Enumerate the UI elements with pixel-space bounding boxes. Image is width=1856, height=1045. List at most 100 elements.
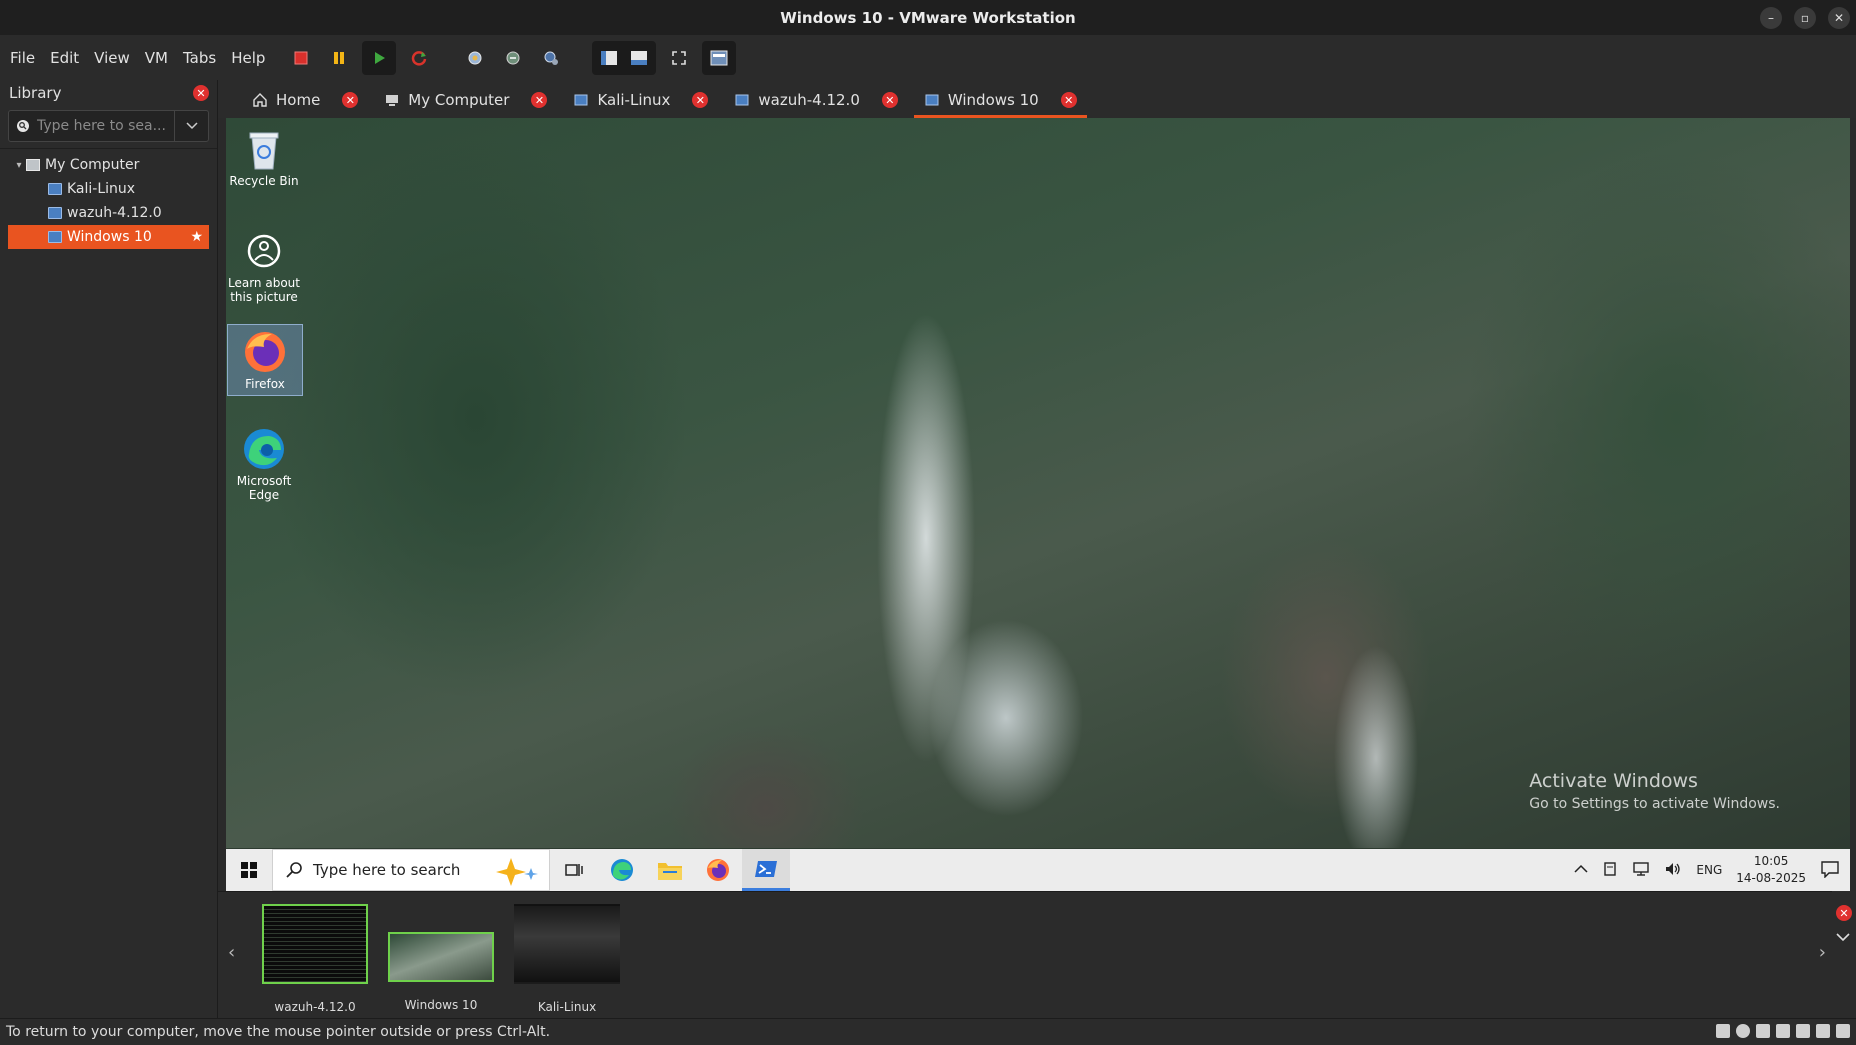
close-tab-icon[interactable]: ✕ (881, 92, 898, 108)
search-dropdown-icon[interactable] (174, 111, 208, 141)
thumbnail-wazuh[interactable]: wazuh-4.12.0 (260, 904, 370, 1014)
close-thumbnail-bar-icon[interactable]: ✕ (1836, 905, 1852, 921)
clock-date: 14-08-2025 (1736, 871, 1806, 885)
tab-wazuh[interactable]: wazuh-4.12.0 ✕ (724, 82, 907, 118)
network-adapter-icon[interactable] (1756, 1024, 1770, 1038)
chevron-down-icon[interactable] (1836, 927, 1850, 946)
camera-info-icon (241, 228, 287, 274)
suspend-button[interactable] (324, 43, 354, 73)
task-view-button[interactable] (550, 849, 598, 891)
tab-my-computer[interactable]: My Computer ✕ (374, 82, 557, 118)
library-search-input[interactable] (37, 111, 174, 141)
reset-button[interactable] (404, 43, 434, 73)
menu-help[interactable]: Help (231, 49, 265, 67)
task-view-icon (565, 864, 583, 876)
close-library-icon[interactable]: ✕ (193, 85, 209, 101)
full-screen-button[interactable] (664, 43, 694, 73)
firefox-icon (242, 329, 288, 375)
menu-tabs[interactable]: Tabs (183, 49, 216, 67)
tree-item-my-computer[interactable]: ▾ My Computer (0, 153, 217, 177)
close-icon[interactable]: ✕ (1828, 7, 1850, 29)
taskbar-firefox[interactable] (694, 849, 742, 891)
close-tab-icon[interactable]: ✕ (342, 92, 359, 108)
desktop-icon-microsoft-edge[interactable]: Microsoft Edge (226, 426, 302, 503)
tab-windows-10[interactable]: Windows 10 ✕ (913, 82, 1087, 118)
usb-icon[interactable] (1776, 1024, 1790, 1038)
menu-file[interactable]: File (10, 49, 35, 67)
message-log-icon[interactable] (1836, 1024, 1850, 1038)
desktop-icon-label: Microsoft Edge (236, 474, 292, 503)
start-button[interactable] (226, 849, 272, 891)
sound-card-icon[interactable] (1796, 1024, 1810, 1038)
chevron-left-icon[interactable]: ‹ (228, 942, 235, 963)
thumbnail-windows-10[interactable]: Windows 10 (386, 904, 496, 1012)
chevron-down-icon[interactable]: ▾ (12, 160, 26, 171)
language-indicator[interactable]: ENG (1696, 863, 1722, 877)
display-icon[interactable] (1816, 1024, 1830, 1038)
tree-label: My Computer (45, 157, 140, 173)
menu-edit[interactable]: Edit (50, 49, 79, 67)
tree-item-windows-10[interactable]: Windows 10 ★ (8, 225, 209, 249)
notification-icon[interactable] (1820, 860, 1840, 881)
tree-item-kali-linux[interactable]: Kali-Linux (0, 177, 217, 201)
tree-item-wazuh[interactable]: wazuh-4.12.0 (0, 201, 217, 225)
take-snapshot-button[interactable] (460, 43, 490, 73)
desktop-wallpaper[interactable] (226, 118, 1850, 848)
desktop-icon-label: Learn about this picture (228, 276, 300, 305)
refresh-icon (412, 50, 427, 66)
firefox-icon (707, 859, 729, 881)
thumbnail-label: Windows 10 (404, 998, 478, 1012)
snapshot-icon (468, 51, 482, 64)
chevron-up-icon[interactable] (1574, 863, 1588, 877)
show-library-button[interactable] (594, 43, 624, 73)
unity-button[interactable] (704, 43, 734, 73)
desktop-icon-recycle-bin[interactable]: Recycle Bin (226, 126, 302, 188)
minimize-icon[interactable]: – (1760, 7, 1782, 29)
close-tab-icon[interactable]: ✕ (1060, 92, 1077, 108)
revert-snapshot-button[interactable] (498, 43, 528, 73)
clock[interactable]: 10:05 14-08-2025 (1736, 853, 1806, 887)
menu-view[interactable]: View (94, 49, 130, 67)
close-tab-icon[interactable]: ✕ (531, 92, 548, 108)
taskbar-edge[interactable] (598, 849, 646, 891)
taskbar-file-explorer[interactable] (646, 849, 694, 891)
hard-disk-icon[interactable] (1716, 1024, 1730, 1038)
thumbnail-image (388, 932, 494, 982)
close-tab-icon[interactable]: ✕ (692, 92, 709, 108)
device-status-icons (1716, 1024, 1850, 1038)
thumbnail-label: Kali-Linux (537, 1000, 597, 1014)
activation-watermark: Activate Windows Go to Settings to activ… (1529, 770, 1780, 812)
power-off-button[interactable] (286, 43, 316, 73)
library-search (8, 110, 209, 142)
tab-home[interactable]: Home ✕ (242, 82, 368, 118)
vmware-tools-icon[interactable] (1602, 861, 1618, 880)
tab-kali-linux[interactable]: Kali-Linux ✕ (563, 82, 718, 118)
maximize-icon[interactable]: ▫ (1794, 7, 1816, 29)
snapshot-manager-button[interactable] (536, 43, 566, 73)
thumbnail-image (262, 904, 368, 984)
show-thumbnail-bar-button[interactable] (624, 43, 654, 73)
thumbnail-kali-linux[interactable]: Kali-Linux (512, 904, 622, 1014)
vm-icon (48, 231, 62, 243)
edge-icon (611, 859, 633, 881)
desktop-icon-label: Firefox (245, 377, 285, 391)
cd-dvd-icon[interactable] (1736, 1024, 1750, 1038)
search-icon (9, 111, 37, 141)
vm-console[interactable]: Recycle Bin Learn about this picture Fir… (226, 118, 1850, 891)
taskbar-search[interactable]: Type here to search (272, 849, 550, 891)
network-icon[interactable] (1632, 861, 1650, 880)
chevron-right-icon[interactable]: › (1819, 942, 1826, 963)
taskbar-powershell[interactable] (742, 849, 790, 891)
power-on-button[interactable] (364, 43, 394, 73)
volume-icon[interactable] (1664, 861, 1682, 880)
desktop-icon-firefox[interactable]: Firefox (227, 324, 303, 397)
taskbar-search-placeholder: Type here to search (313, 861, 461, 879)
tab-label: Kali-Linux (597, 91, 671, 109)
search-icon (286, 862, 302, 878)
favorite-star-icon[interactable]: ★ (190, 229, 203, 245)
stop-icon (294, 51, 308, 64)
menu-vm[interactable]: VM (145, 49, 168, 67)
desktop-icon-learn-about-this-picture[interactable]: Learn about this picture (226, 228, 302, 305)
status-message: To return to your computer, move the mou… (6, 1024, 551, 1040)
edge-icon (241, 426, 287, 472)
